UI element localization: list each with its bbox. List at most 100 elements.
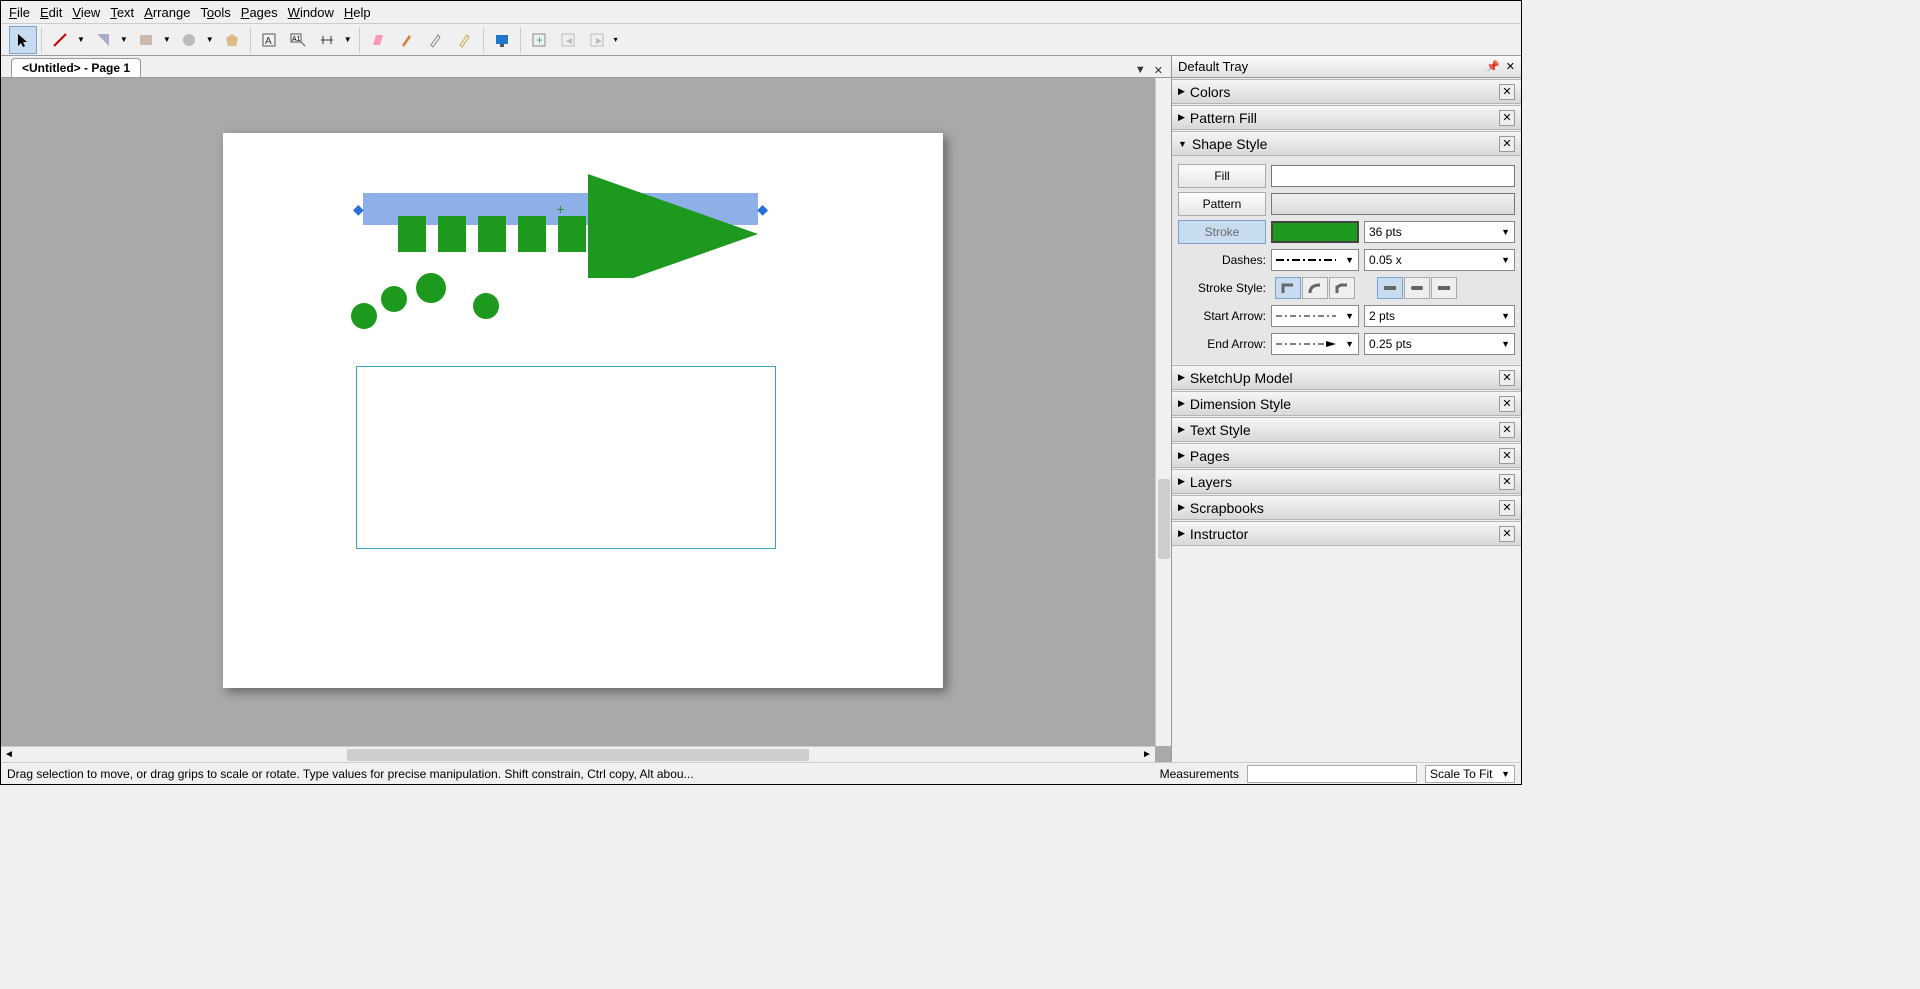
presentation-tool[interactable] <box>488 26 516 54</box>
panel-pages[interactable]: ▶Pages✕ <box>1172 443 1521 468</box>
text-tool[interactable]: A <box>255 26 283 54</box>
stroke-color-swatch[interactable] <box>1271 221 1359 243</box>
measurements-label: Measurements <box>1160 767 1239 781</box>
panel-sketchup-model[interactable]: ▶SketchUp Model✕ <box>1172 365 1521 390</box>
stroke-button[interactable]: Stroke <box>1178 220 1266 244</box>
document-tab[interactable]: <Untitled> - Page 1 <box>11 58 141 77</box>
rectangle-shape[interactable] <box>356 366 776 549</box>
tray-title: Default Tray <box>1178 59 1480 74</box>
svg-text:A: A <box>265 36 272 47</box>
line-tool[interactable]: ▼ <box>46 26 88 54</box>
svg-text:+: + <box>536 33 543 47</box>
panel-layers[interactable]: ▶Layers✕ <box>1172 469 1521 494</box>
panel-pattern-fill[interactable]: ▶Pattern Fill✕ <box>1172 105 1521 130</box>
arc-tool[interactable]: ▼ <box>89 26 131 54</box>
stroke-style-label: Stroke Style: <box>1178 281 1266 295</box>
menu-bar: File Edit View Text Arrange Tools Pages … <box>1 1 1521 24</box>
panel-shape-style[interactable]: ▼Shape Style✕ <box>1172 131 1521 156</box>
prev-page-tool[interactable]: ◄ <box>554 26 582 54</box>
menu-file[interactable]: File <box>9 5 30 20</box>
join-tool[interactable] <box>451 26 479 54</box>
dashes-pattern-dropdown[interactable]: ▼ <box>1271 249 1359 271</box>
panel-close-icon[interactable]: ✕ <box>1499 422 1515 438</box>
polygon-tool[interactable] <box>218 26 246 54</box>
panel-instructor[interactable]: ▶Instructor✕ <box>1172 521 1521 546</box>
dot-shape[interactable] <box>381 286 407 312</box>
panel-close-icon[interactable]: ✕ <box>1499 396 1515 412</box>
panel-scrapbooks[interactable]: ▶Scrapbooks✕ <box>1172 495 1521 520</box>
measurements-input[interactable] <box>1247 765 1417 783</box>
stroke-size-dropdown[interactable]: 36 pts▼ <box>1364 221 1515 243</box>
status-bar: Drag selection to move, or drag grips to… <box>1 762 1521 784</box>
dimension-tool[interactable]: ▼ <box>313 26 355 54</box>
dashes-label: Dashes: <box>1178 253 1266 267</box>
svg-text:A1: A1 <box>292 36 301 43</box>
panel-close-icon[interactable]: ✕ <box>1499 526 1515 542</box>
corner-miter[interactable] <box>1275 277 1301 299</box>
default-tray: Default Tray 📌 ✕ ▶Colors✕ ▶Pattern Fill✕… <box>1171 56 1521 762</box>
pattern-swatch[interactable] <box>1271 193 1515 215</box>
tab-dropdown[interactable]: ▼ <box>1135 64 1146 77</box>
end-arrow-size-dropdown[interactable]: 0.25 pts▼ <box>1364 333 1515 355</box>
tab-close[interactable]: ✕ <box>1154 64 1163 77</box>
pin-icon[interactable]: 📌 <box>1486 60 1500 73</box>
fill-swatch[interactable] <box>1271 165 1515 187</box>
tray-header[interactable]: Default Tray 📌 ✕ <box>1172 56 1521 78</box>
canvas-page[interactable]: ◆ + ◆ <box>223 133 943 688</box>
circle-tool[interactable]: ▼ <box>175 26 217 54</box>
menu-arrange[interactable]: Arrange <box>144 5 190 20</box>
end-arrow-dropdown[interactable]: ▼ <box>1271 333 1359 355</box>
dashes-scale-dropdown[interactable]: 0.05 x▼ <box>1364 249 1515 271</box>
svg-text:◄: ◄ <box>564 36 574 47</box>
menu-text[interactable]: Text <box>110 5 134 20</box>
cap-round[interactable] <box>1404 277 1430 299</box>
panel-colors[interactable]: ▶Colors✕ <box>1172 79 1521 104</box>
corner-bevel[interactable] <box>1329 277 1355 299</box>
dot-shape[interactable] <box>473 293 499 319</box>
menu-window[interactable]: Window <box>288 5 334 20</box>
panel-close-icon[interactable]: ✕ <box>1499 110 1515 126</box>
rect-tool[interactable]: ▼ <box>132 26 174 54</box>
panel-close-icon[interactable]: ✕ <box>1499 84 1515 100</box>
canvas-viewport[interactable]: ◆ + ◆ <box>1 78 1171 762</box>
panel-close-icon[interactable]: ✕ <box>1499 370 1515 386</box>
split-tool[interactable] <box>422 26 450 54</box>
panel-close-icon[interactable]: ✕ <box>1499 500 1515 516</box>
panel-text-style[interactable]: ▶Text Style✕ <box>1172 417 1521 442</box>
add-page-tool[interactable]: + <box>525 26 553 54</box>
menu-edit[interactable]: Edit <box>40 5 62 20</box>
close-icon[interactable]: ✕ <box>1506 60 1515 73</box>
vertical-scrollbar[interactable] <box>1155 78 1171 746</box>
fill-button[interactable]: Fill <box>1178 164 1266 188</box>
panel-dimension-style[interactable]: ▶Dimension Style✕ <box>1172 391 1521 416</box>
start-arrow-size-dropdown[interactable]: 2 pts▼ <box>1364 305 1515 327</box>
cap-flat[interactable] <box>1377 277 1403 299</box>
shape-style-body: Fill Pattern Stroke 36 pts▼ Dashes: ▼ 0.… <box>1172 156 1521 364</box>
panel-close-icon[interactable]: ✕ <box>1499 474 1515 490</box>
select-tool[interactable] <box>9 26 37 54</box>
menu-view[interactable]: View <box>72 5 100 20</box>
corner-style-group <box>1275 277 1355 299</box>
next-page-tool[interactable]: ► ▾ <box>583 26 621 54</box>
eraser-tool[interactable] <box>364 26 392 54</box>
arrow-shape[interactable] <box>363 158 783 278</box>
dot-shape[interactable] <box>416 273 446 303</box>
toolbar: ▼ ▼ ▼ ▼ A A1 ▼ + ◄ ► ▾ <box>1 24 1521 56</box>
dot-shape[interactable] <box>351 303 377 329</box>
panel-close-icon[interactable]: ✕ <box>1499 136 1515 152</box>
menu-pages[interactable]: Pages <box>241 5 278 20</box>
menu-help[interactable]: Help <box>344 5 371 20</box>
end-arrow-label: End Arrow: <box>1178 337 1266 351</box>
pattern-button[interactable]: Pattern <box>1178 192 1266 216</box>
cap-square[interactable] <box>1431 277 1457 299</box>
document-tab-bar: <Untitled> - Page 1 ▼ ✕ <box>1 56 1171 78</box>
panel-close-icon[interactable]: ✕ <box>1499 448 1515 464</box>
cap-style-group <box>1377 277 1457 299</box>
start-arrow-dropdown[interactable]: ▼ <box>1271 305 1359 327</box>
corner-round[interactable] <box>1302 277 1328 299</box>
style-tool[interactable] <box>393 26 421 54</box>
menu-tools[interactable]: Tools <box>200 5 230 20</box>
label-tool[interactable]: A1 <box>284 26 312 54</box>
horizontal-scrollbar[interactable]: ◄ ► <box>1 746 1155 762</box>
zoom-dropdown[interactable]: Scale To Fit▼ <box>1425 765 1515 783</box>
